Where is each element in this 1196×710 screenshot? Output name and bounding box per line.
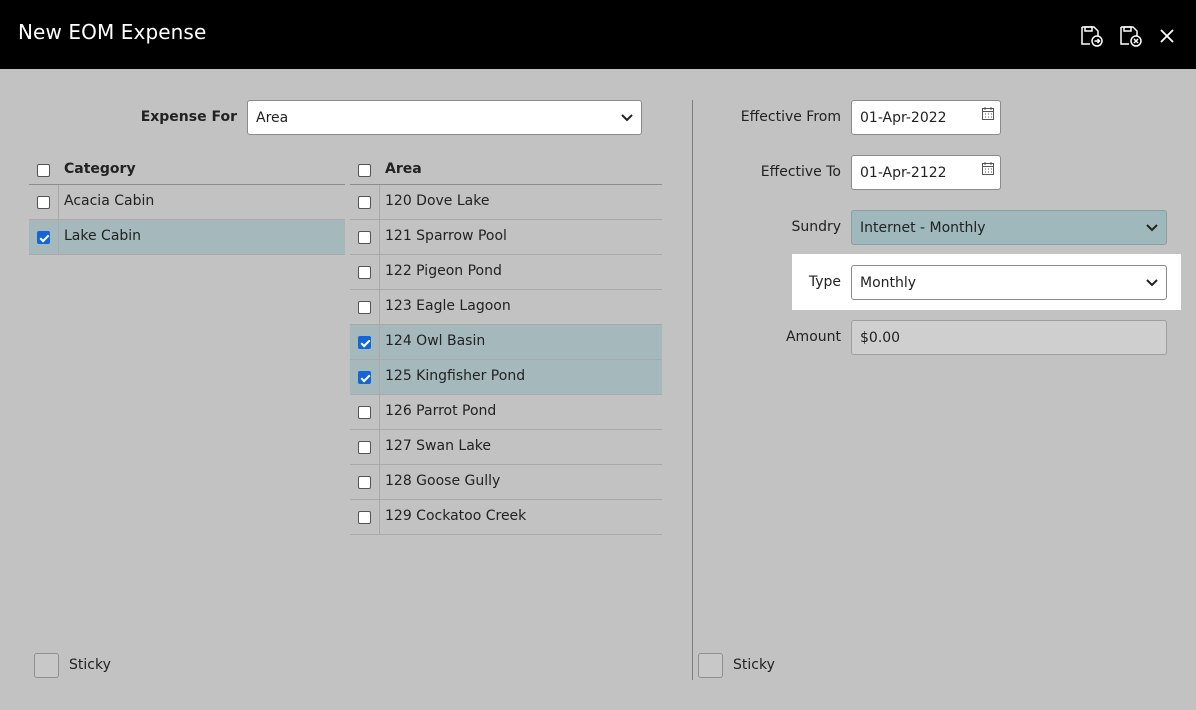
area-label: 122 Pigeon Pond bbox=[385, 263, 502, 279]
area-select-all-checkbox[interactable] bbox=[358, 164, 371, 177]
row-checkbox[interactable] bbox=[358, 406, 371, 419]
row-divider bbox=[379, 290, 380, 324]
sticky-checkbox-left[interactable] bbox=[34, 653, 59, 678]
area-label: 128 Goose Gully bbox=[385, 473, 501, 489]
category-row[interactable]: Acacia Cabin bbox=[29, 185, 345, 220]
row-divider bbox=[379, 185, 380, 219]
row-checkbox[interactable] bbox=[358, 336, 371, 349]
amount-label: Amount bbox=[785, 329, 841, 345]
area-row[interactable]: 122 Pigeon Pond bbox=[350, 255, 662, 290]
type-select[interactable]: Monthly bbox=[851, 265, 1167, 300]
sundry-label: Sundry bbox=[791, 219, 841, 235]
save-next-icon[interactable] bbox=[1078, 22, 1106, 50]
category-label: Lake Cabin bbox=[64, 228, 142, 244]
effective-from-value: 01-Apr-2022 bbox=[860, 109, 947, 126]
area-label: 124 Owl Basin bbox=[385, 333, 486, 349]
type-label: Type bbox=[808, 274, 841, 290]
category-row[interactable]: Lake Cabin bbox=[29, 220, 345, 255]
area-row[interactable]: 128 Goose Gully bbox=[350, 465, 662, 500]
effective-to-value: 01-Apr-2122 bbox=[860, 164, 947, 181]
effective-to-label: Effective To bbox=[760, 164, 841, 180]
row-checkbox[interactable] bbox=[358, 441, 371, 454]
row-checkbox[interactable] bbox=[358, 266, 371, 279]
expense-for-select[interactable]: Area bbox=[247, 100, 642, 135]
title-bar: New EOM Expense bbox=[0, 0, 1196, 69]
sticky-label-right: Sticky bbox=[733, 657, 775, 673]
sundry-select[interactable]: Internet - Monthly bbox=[851, 210, 1167, 245]
effective-from-field[interactable]: 01-Apr-2022 bbox=[851, 100, 1001, 135]
row-checkbox[interactable] bbox=[358, 231, 371, 244]
panel-divider bbox=[692, 100, 693, 680]
area-row[interactable]: 125 Kingfisher Pond bbox=[350, 360, 662, 395]
area-label: 120 Dove Lake bbox=[385, 193, 490, 209]
row-divider bbox=[379, 395, 380, 429]
sundry-value: Internet - Monthly bbox=[860, 219, 986, 236]
area-row[interactable]: 129 Cockatoo Creek bbox=[350, 500, 662, 535]
row-divider bbox=[58, 220, 59, 254]
row-checkbox[interactable] bbox=[358, 196, 371, 209]
row-divider bbox=[58, 185, 59, 219]
area-row[interactable]: 126 Parrot Pond bbox=[350, 395, 662, 430]
area-label: 121 Sparrow Pool bbox=[385, 228, 507, 244]
chevron-down-icon bbox=[621, 113, 633, 121]
area-row[interactable]: 121 Sparrow Pool bbox=[350, 220, 662, 255]
area-header-label: Area bbox=[385, 161, 422, 177]
row-checkbox[interactable] bbox=[358, 371, 371, 384]
row-checkbox[interactable] bbox=[358, 301, 371, 314]
save-close-icon[interactable] bbox=[1117, 22, 1145, 50]
row-checkbox[interactable] bbox=[358, 511, 371, 524]
calendar-icon[interactable] bbox=[982, 107, 994, 120]
row-checkbox[interactable] bbox=[37, 231, 50, 244]
area-row[interactable]: 120 Dove Lake bbox=[350, 185, 662, 220]
area-row[interactable]: 127 Swan Lake bbox=[350, 430, 662, 465]
type-value: Monthly bbox=[860, 274, 917, 291]
effective-to-field[interactable]: 01-Apr-2122 bbox=[851, 155, 1001, 190]
effective-from-label: Effective From bbox=[740, 109, 841, 125]
sticky-checkbox-right[interactable] bbox=[698, 653, 723, 678]
calendar-icon[interactable] bbox=[982, 162, 994, 175]
row-divider bbox=[379, 430, 380, 464]
row-checkbox[interactable] bbox=[358, 476, 371, 489]
area-row[interactable]: 123 Eagle Lagoon bbox=[350, 290, 662, 325]
category-grid-header: Category bbox=[29, 154, 345, 185]
expense-for-value: Area bbox=[256, 109, 289, 126]
chevron-down-icon bbox=[1146, 223, 1158, 231]
close-icon[interactable] bbox=[1153, 22, 1181, 50]
area-label: 123 Eagle Lagoon bbox=[385, 298, 511, 314]
row-divider bbox=[379, 220, 380, 254]
amount-field[interactable]: $0.00 bbox=[851, 320, 1167, 355]
row-divider bbox=[379, 465, 380, 499]
area-label: 129 Cockatoo Creek bbox=[385, 508, 527, 524]
area-label: 126 Parrot Pond bbox=[385, 403, 497, 419]
category-header-label: Category bbox=[64, 161, 136, 177]
chevron-down-icon bbox=[1146, 278, 1158, 286]
row-divider bbox=[379, 325, 380, 359]
category-label: Acacia Cabin bbox=[64, 193, 155, 209]
area-grid-header: Area bbox=[350, 154, 662, 185]
expense-for-label: Expense For bbox=[140, 109, 237, 125]
window-title: New EOM Expense bbox=[18, 20, 207, 44]
row-checkbox[interactable] bbox=[37, 196, 50, 209]
row-divider bbox=[379, 500, 380, 534]
row-divider bbox=[379, 360, 380, 394]
area-label: 125 Kingfisher Pond bbox=[385, 368, 526, 384]
sticky-label-left: Sticky bbox=[69, 657, 111, 673]
amount-value: $0.00 bbox=[860, 329, 901, 346]
area-label: 127 Swan Lake bbox=[385, 438, 492, 454]
category-select-all-checkbox[interactable] bbox=[37, 164, 50, 177]
area-row[interactable]: 124 Owl Basin bbox=[350, 325, 662, 360]
row-divider bbox=[379, 255, 380, 289]
